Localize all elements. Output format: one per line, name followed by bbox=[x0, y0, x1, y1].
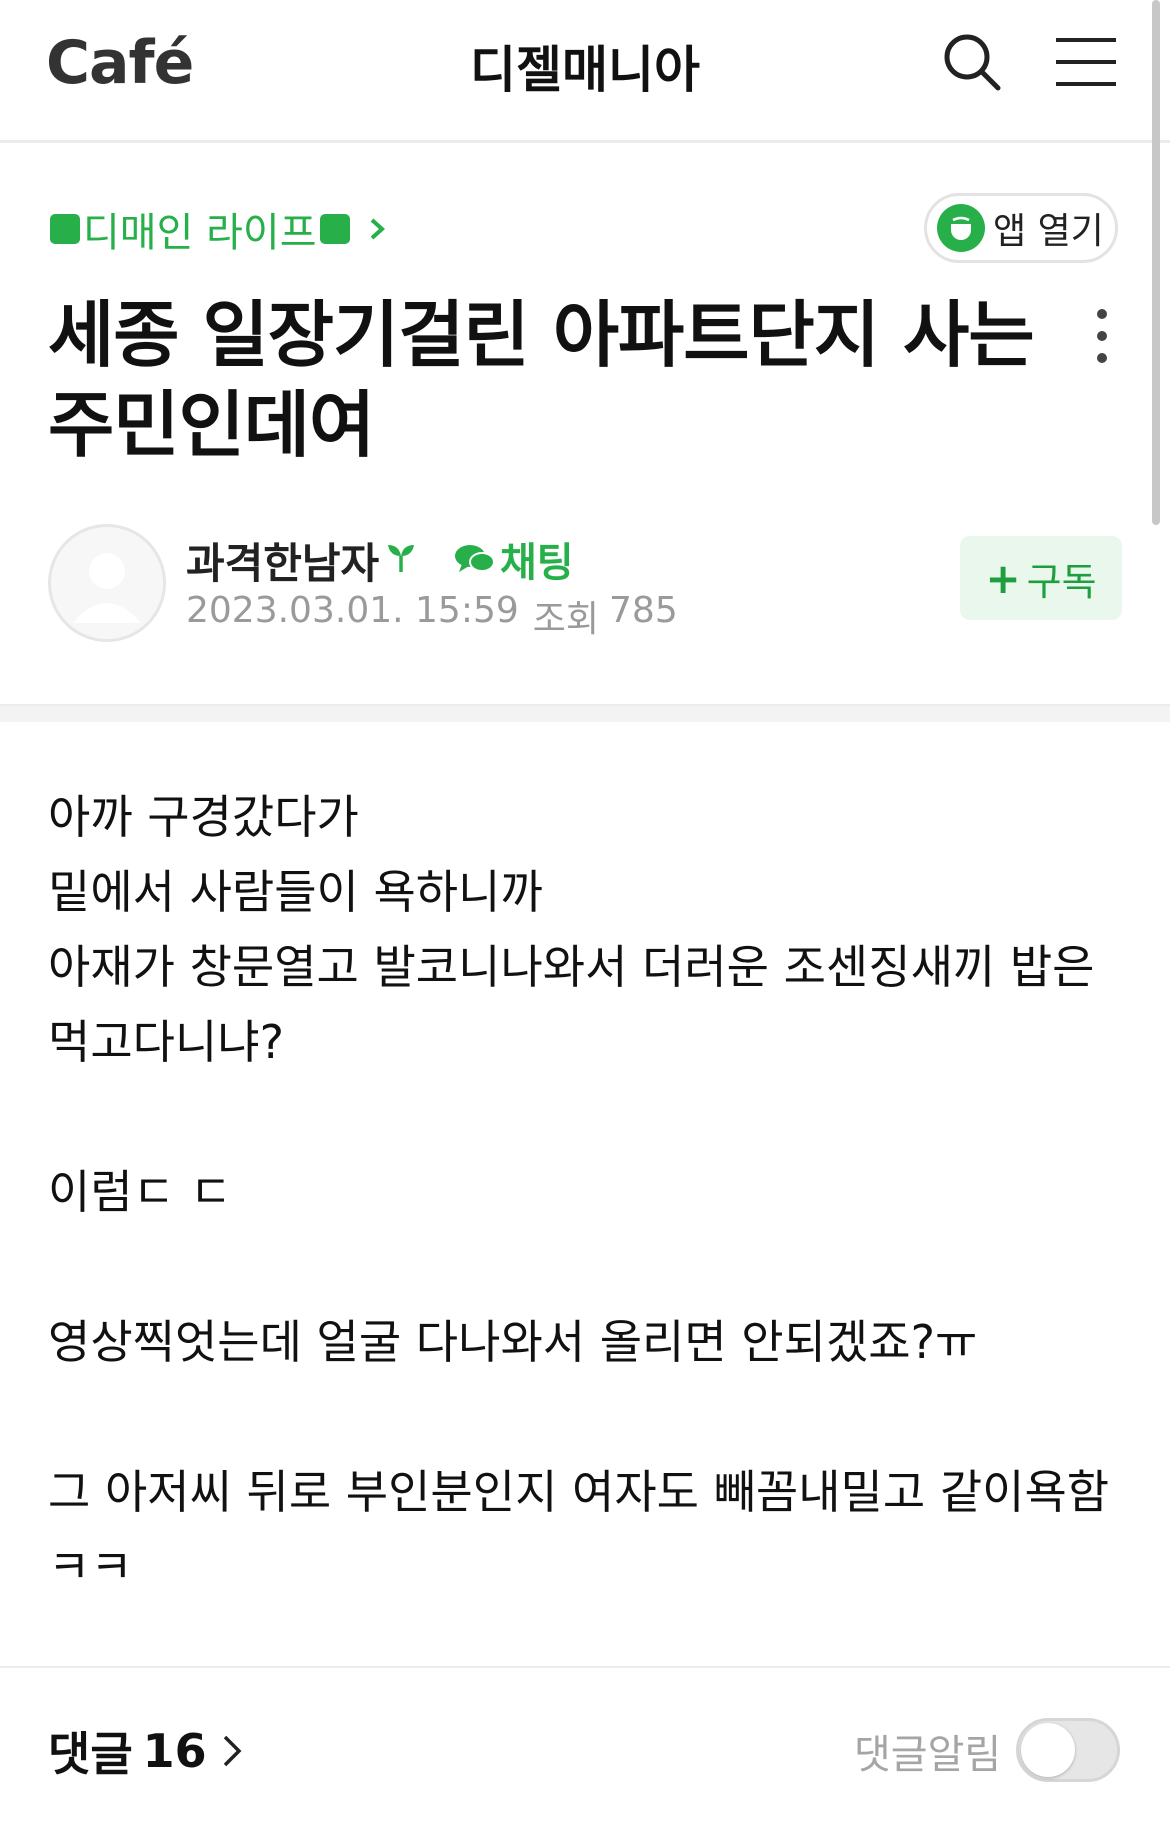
board-marker-icon bbox=[319, 214, 350, 244]
footer-divider bbox=[0, 1666, 1170, 1668]
views-count: 785 bbox=[609, 590, 678, 631]
chat-bubble-icon bbox=[455, 545, 495, 572]
subscribe-button[interactable]: + 구독 bbox=[960, 536, 1122, 620]
scrollbar[interactable] bbox=[1152, 0, 1160, 525]
more-options-button[interactable] bbox=[1082, 306, 1122, 366]
body-blank-line bbox=[48, 1380, 1118, 1455]
top-bar: Café 디젤매니아 bbox=[0, 0, 1170, 143]
chevron-right-icon bbox=[370, 218, 385, 240]
comments-label: 댓글 bbox=[48, 1727, 133, 1781]
comment-alert-toggle[interactable] bbox=[1016, 1718, 1120, 1782]
member-level-sprout-icon bbox=[388, 545, 414, 572]
cafe-app-icon bbox=[937, 204, 985, 252]
body-line: 이럼ㄷ ㄷ bbox=[48, 1165, 232, 1219]
chat-button[interactable]: 채팅 bbox=[454, 530, 574, 588]
board-name: 디매인 라이프 bbox=[83, 210, 317, 256]
post-body: 아까 구경갔다가 밑에서 사람들이 욕하니까 아재가 창문열고 발코니나와서 더… bbox=[48, 780, 1118, 1605]
body-blank-line bbox=[48, 1080, 1118, 1155]
body-line: 영상찍엇는데 얼굴 다나와서 올리면 안되겠죠?ㅠ bbox=[48, 1315, 978, 1369]
post-date: 2023.03.01. 15:59 bbox=[186, 590, 519, 631]
body-line: 밑에서 사람들이 욕하니까 bbox=[48, 865, 543, 919]
body-line: 아까 구경갔다가 bbox=[48, 790, 359, 844]
hamburger-menu-icon bbox=[1056, 38, 1116, 86]
author-avatar[interactable] bbox=[48, 524, 166, 642]
post-title: 세종 일장기걸린 아파트단지 사는주민인데여 bbox=[48, 293, 1035, 467]
body-blank-line bbox=[48, 1230, 1118, 1305]
chevron-right-icon bbox=[223, 1735, 242, 1767]
app-open-label: 앱 열기 bbox=[993, 211, 1104, 252]
chat-label: 채팅 bbox=[500, 540, 574, 586]
more-vertical-icon bbox=[1097, 309, 1107, 363]
menu-button[interactable] bbox=[1054, 34, 1118, 90]
default-profile-icon bbox=[73, 553, 141, 623]
toggle-knob bbox=[1021, 1723, 1075, 1777]
app-open-button[interactable]: 앱 열기 bbox=[924, 193, 1118, 263]
views-label: 조회 bbox=[532, 599, 600, 640]
board-link[interactable]: 디매인 라이프 bbox=[50, 200, 390, 258]
comments-count: 16 bbox=[142, 1724, 207, 1778]
plus-icon: + bbox=[985, 553, 1021, 603]
comments-link[interactable]: 댓글 16 bbox=[48, 1718, 243, 1784]
body-line: 아재가 창문열고 발코니나와서 더러운 조센징새끼 밥은먹고다니냐? bbox=[48, 940, 1095, 1069]
comment-alert-label: 댓글알림 bbox=[854, 1732, 1002, 1778]
author-name[interactable]: 과격한남자 bbox=[186, 530, 379, 591]
body-line: 그 아저씨 뒤로 부인분인지 여자도 빼꼼내밀고 같이욕함ㅋㅋ bbox=[48, 1465, 1110, 1594]
search-button[interactable] bbox=[940, 30, 1004, 94]
search-icon bbox=[944, 34, 1001, 91]
post-meta: 2023.03.01. 15:59 조회 785 bbox=[186, 590, 678, 642]
board-marker-icon bbox=[50, 214, 80, 244]
subscribe-label: 구독 bbox=[1026, 559, 1097, 604]
section-divider bbox=[0, 704, 1170, 722]
